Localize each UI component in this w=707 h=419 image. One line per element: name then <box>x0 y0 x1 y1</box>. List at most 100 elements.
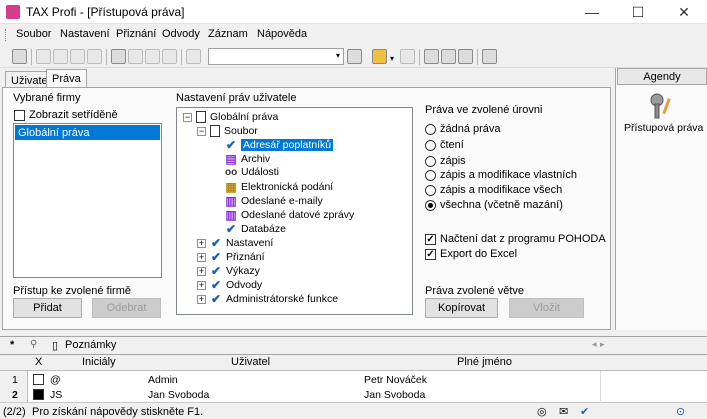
pohoda-checkbox[interactable]: ✓ <box>425 233 436 245</box>
agenda-item-label[interactable]: Přístupová práva <box>624 122 703 134</box>
tree-node-soubor[interactable]: − Soubor <box>197 125 258 137</box>
tree-node-adresar[interactable]: ✔ Adresář poplatníků <box>225 138 334 152</box>
folder-icon[interactable] <box>372 49 387 64</box>
expand-icon[interactable]: + <box>197 280 206 290</box>
expand-icon[interactable]: + <box>197 238 206 248</box>
toolbar-combo[interactable]: ▾ <box>208 48 344 65</box>
mail-icon[interactable]: ✉ <box>559 405 568 418</box>
tree-node-datove[interactable]: ▥ Odeslané datové zprávy <box>225 208 354 222</box>
filter-icon[interactable] <box>347 49 362 64</box>
level-option[interactable]: zápis a modifikace všech <box>425 184 562 196</box>
remove-button[interactable]: Odebrat <box>92 298 161 318</box>
save-all-icon[interactable] <box>162 49 177 64</box>
tree-node-archiv[interactable]: ▤ Archiv <box>225 152 270 166</box>
chevron-down-icon[interactable]: ▾ <box>390 54 394 63</box>
radio[interactable] <box>425 169 436 181</box>
column-x[interactable]: X <box>35 356 42 370</box>
help-icon[interactable] <box>482 49 497 64</box>
level-option[interactable]: čtení <box>425 139 464 151</box>
collapse-icon[interactable]: − <box>197 126 206 136</box>
radio[interactable] <box>425 184 436 196</box>
pohoda-checkbox-row[interactable]: ✓ Načtení dat z programu POHODA <box>425 233 606 245</box>
rights-tree[interactable]: − Globální práva − Soubor ✔ Adresář popl… <box>176 107 413 315</box>
menu-soubor[interactable]: Soubor <box>16 28 51 40</box>
column-fullname[interactable]: Plné jméno <box>457 356 512 370</box>
tree-node-root[interactable]: − Globální práva <box>183 111 278 123</box>
firms-list[interactable]: Globální práva <box>13 123 162 278</box>
grid-scrollbar[interactable] <box>600 371 610 401</box>
add-button[interactable]: Přidat <box>13 298 82 318</box>
copy-icon[interactable] <box>36 49 51 64</box>
cell-fullname[interactable]: Jan Svoboda <box>364 389 425 403</box>
tree-node-odvody[interactable]: + ✔ Odvody <box>197 278 262 292</box>
level-option[interactable]: žádná práva <box>425 123 501 135</box>
level-option[interactable]: zápis a modifikace vlastních <box>425 169 577 181</box>
paste-icon[interactable] <box>70 49 85 64</box>
collapse-icon[interactable]: − <box>183 112 192 122</box>
sort-checkbox-row[interactable]: Zobrazit setříděně <box>14 109 118 121</box>
tab-star[interactable]: * <box>10 339 14 351</box>
access-rights-icon[interactable] <box>645 90 675 120</box>
menu-priznani[interactable]: Přiznání <box>116 28 156 40</box>
scroll-left-icon[interactable]: ◂ <box>592 339 597 350</box>
check-icon[interactable]: ✔ <box>580 405 589 418</box>
close-button[interactable]: ✕ <box>661 0 707 24</box>
chevron-down-icon[interactable]: ▾ <box>336 51 340 60</box>
excel-checkbox-row[interactable]: ✓ Export do Excel <box>425 248 517 260</box>
column-user[interactable]: Uživatel <box>231 356 270 370</box>
delete-icon[interactable] <box>87 49 102 64</box>
filter-tab-icon[interactable]: ⚲ <box>30 339 37 350</box>
column-initials[interactable]: Iniciály <box>82 356 116 370</box>
row-checkbox[interactable] <box>33 374 44 388</box>
tree-node-emaily[interactable]: ▥ Odeslané e-maily <box>225 194 322 208</box>
cell-fullname[interactable]: Petr Nováček <box>364 374 427 388</box>
radio[interactable] <box>425 139 436 151</box>
tree-node-nastaveni[interactable]: + ✔ Nastavení <box>197 236 273 250</box>
confirm-icon[interactable] <box>128 49 143 64</box>
expand-icon[interactable]: + <box>197 294 206 304</box>
scroll-right-icon[interactable]: ▸ <box>600 339 605 350</box>
cell-initials[interactable]: JS <box>50 389 62 403</box>
paste-button[interactable]: Vložit <box>509 298 584 318</box>
tab-prava[interactable]: Práva <box>46 69 87 89</box>
level-option[interactable]: všechna (včetně mazání) <box>425 199 563 211</box>
tree-node-priznani[interactable]: + ✔ Přiznání <box>197 250 265 264</box>
menu-napoveda[interactable]: Nápověda <box>257 28 307 40</box>
radio[interactable] <box>425 123 436 135</box>
level-option[interactable]: zápis <box>425 155 466 167</box>
new-record-icon[interactable] <box>111 49 126 64</box>
stop-icon[interactable] <box>400 49 415 64</box>
tree-node-vykazy[interactable]: + ✔ Výkazy <box>197 264 260 278</box>
save-icon[interactable] <box>145 49 160 64</box>
expand-icon[interactable]: + <box>197 252 206 262</box>
print-icon[interactable] <box>186 49 201 64</box>
ok-icon[interactable]: ⊙ <box>676 405 685 418</box>
tree-node-udalosti[interactable]: oo Události <box>225 166 279 178</box>
tree-node-podani[interactable]: ▦ Elektronická podání <box>225 180 333 194</box>
sort-checkbox[interactable] <box>14 109 25 121</box>
tile-icon[interactable] <box>441 49 456 64</box>
radio[interactable] <box>425 199 436 211</box>
menu-odvody[interactable]: Odvody <box>162 28 200 40</box>
excel-checkbox[interactable]: ✓ <box>425 248 436 260</box>
list-item[interactable]: Globální práva <box>15 125 160 140</box>
cut-icon[interactable] <box>53 49 68 64</box>
menu-zaznam[interactable]: Záznam <box>208 28 248 40</box>
tab-notes[interactable]: Poznámky <box>65 339 116 351</box>
cell-user[interactable]: Jan Svoboda <box>148 389 209 403</box>
tree-node-admin[interactable]: + ✔ Administrátorské funkce <box>197 292 338 306</box>
expand-icon[interactable]: + <box>197 266 206 276</box>
exit-icon[interactable] <box>12 49 27 64</box>
window-icon[interactable] <box>424 49 439 64</box>
cell-initials[interactable]: @ <box>50 374 61 388</box>
maximize-button[interactable]: ☐ <box>615 0 661 24</box>
cell-user[interactable]: Admin <box>148 374 178 388</box>
tree-node-databaze[interactable]: ✔ Databáze <box>225 222 286 236</box>
row-checkbox[interactable] <box>33 389 44 403</box>
copy-button[interactable]: Kopírovat <box>425 298 498 318</box>
radio[interactable] <box>425 155 436 167</box>
minimize-button[interactable]: — <box>569 0 615 24</box>
menu-nastaveni[interactable]: Nastavení <box>60 28 110 40</box>
globe-icon[interactable]: ◎ <box>537 405 547 418</box>
cascade-icon[interactable] <box>458 49 473 64</box>
